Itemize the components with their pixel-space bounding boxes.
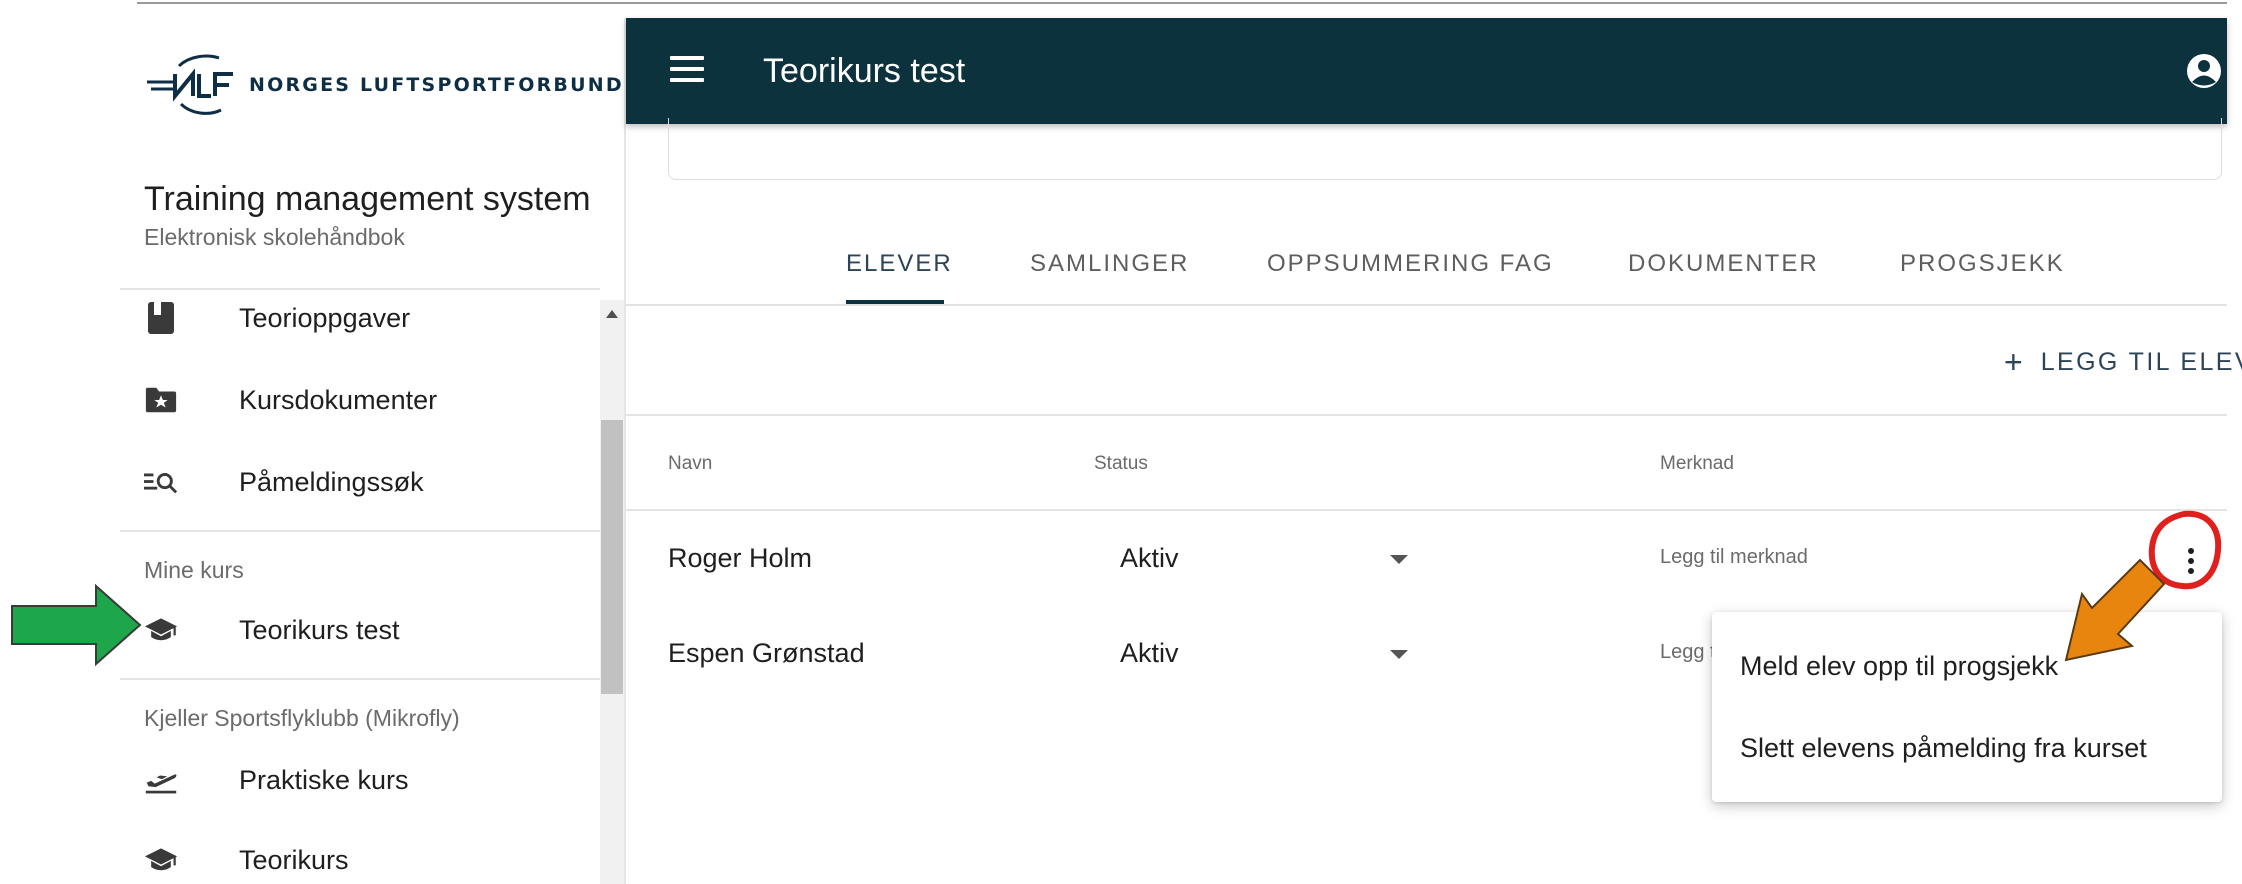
menu-item-meld-progsjekk[interactable]: Meld elev opp til progsjekk: [1740, 651, 2058, 682]
menu-icon[interactable]: [670, 56, 704, 84]
sidebar-border: [624, 18, 626, 884]
logo-text: NORGES LUFTSPORTFORBUND: [249, 74, 624, 96]
sidebar-item-teorikurs[interactable]: Teorikurs: [120, 830, 600, 884]
column-header-merknad: Merknad: [1660, 453, 1734, 474]
tab-oppsummering-fag[interactable]: OPPSUMMERING FAG: [1267, 250, 1554, 278]
section-label-mine-kurs: Mine kurs: [144, 557, 244, 583]
note-field[interactable]: Legg til merknad: [1660, 546, 1808, 569]
scroll-up-arrow-icon[interactable]: [600, 304, 624, 324]
flight-takeoff-icon: [144, 763, 178, 797]
note-field[interactable]: Legg t: [1660, 641, 1716, 664]
tab-progsjekk[interactable]: PROGSJEKK: [1900, 250, 2065, 278]
book-icon: [144, 301, 178, 335]
course-info-card: [668, 118, 2222, 180]
tab-elever[interactable]: ELEVER: [846, 250, 953, 278]
school-icon: [144, 843, 178, 877]
menu-item-slett-pamelding[interactable]: Slett elevens påmelding fra kurset: [1740, 733, 2147, 764]
sidebar-item-label: Teorikurs: [239, 844, 349, 875]
sidebar-item-label: Praktiske kurs: [239, 764, 409, 795]
sidebar-item-teorioppgaver[interactable]: Teorioppgaver: [120, 288, 600, 348]
sidebar-item-praktiske-kurs[interactable]: Praktiske kurs: [120, 750, 600, 810]
top-rule: [137, 2, 2227, 4]
column-header-status: Status: [1094, 453, 1148, 474]
page-title: Teorikurs test: [763, 52, 966, 90]
account-circle-icon[interactable]: [2186, 53, 2222, 89]
sidebar-divider: [120, 530, 600, 532]
active-tab-indicator: [846, 300, 944, 304]
status-select[interactable]: Aktiv: [1120, 543, 1179, 574]
table-header-divider: [626, 509, 2227, 511]
column-header-navn: Navn: [668, 453, 713, 474]
sidebar-item-pameldingssok[interactable]: Påmeldingssøk: [120, 452, 600, 512]
orange-arrow-annotation: [2064, 558, 2166, 662]
sidebar-item-teorikurs-test[interactable]: Teorikurs test: [120, 600, 600, 660]
sidebar-item-kursdokumenter[interactable]: Kursdokumenter: [120, 370, 600, 430]
chevron-down-icon[interactable]: [1390, 555, 1408, 564]
sidebar-scrollbar[interactable]: [600, 300, 624, 884]
sidebar-divider: [120, 678, 600, 680]
app-bar: Teorikurs test: [626, 18, 2227, 124]
tab-bar: ELEVER SAMLINGER OPPSUMMERING FAG DOKUME…: [626, 236, 2227, 306]
status-select[interactable]: Aktiv: [1120, 638, 1179, 669]
chevron-down-icon[interactable]: [1390, 650, 1408, 659]
nlf-logo-icon: [147, 54, 233, 115]
nlf-logo: NORGES LUFTSPORTFORBUND: [145, 52, 624, 118]
sidebar-item-label: Teorioppgaver: [239, 302, 411, 333]
scrollbar-thumb[interactable]: [601, 420, 623, 694]
sidebar-item-label: Teorikurs test: [239, 614, 400, 645]
section-label-club: Kjeller Sportsflyklubb (Mikrofly): [144, 705, 460, 731]
green-arrow-annotation: [11, 584, 142, 666]
folder-star-icon: [144, 383, 178, 417]
add-student-button[interactable]: + LEGG TIL ELEV: [2004, 346, 2242, 378]
sidebar-item-label: Kursdokumenter: [239, 384, 438, 415]
sidebar-item-label: Påmeldingssøk: [239, 466, 424, 497]
student-name: Espen Grønstad: [668, 638, 865, 668]
app-subtitle: Elektronisk skolehåndbok: [144, 224, 405, 250]
school-icon: [144, 613, 178, 647]
app-title: Training management system: [144, 180, 591, 218]
plus-icon: +: [2004, 344, 2023, 380]
add-student-label: LEGG TIL ELEV: [2040, 347, 2242, 376]
student-name: Roger Holm: [668, 543, 813, 573]
section-divider: [626, 414, 2227, 416]
tab-dokumenter[interactable]: DOKUMENTER: [1628, 250, 1819, 278]
list-search-icon: [144, 465, 178, 499]
tab-samlinger[interactable]: SAMLINGER: [1030, 250, 1189, 278]
